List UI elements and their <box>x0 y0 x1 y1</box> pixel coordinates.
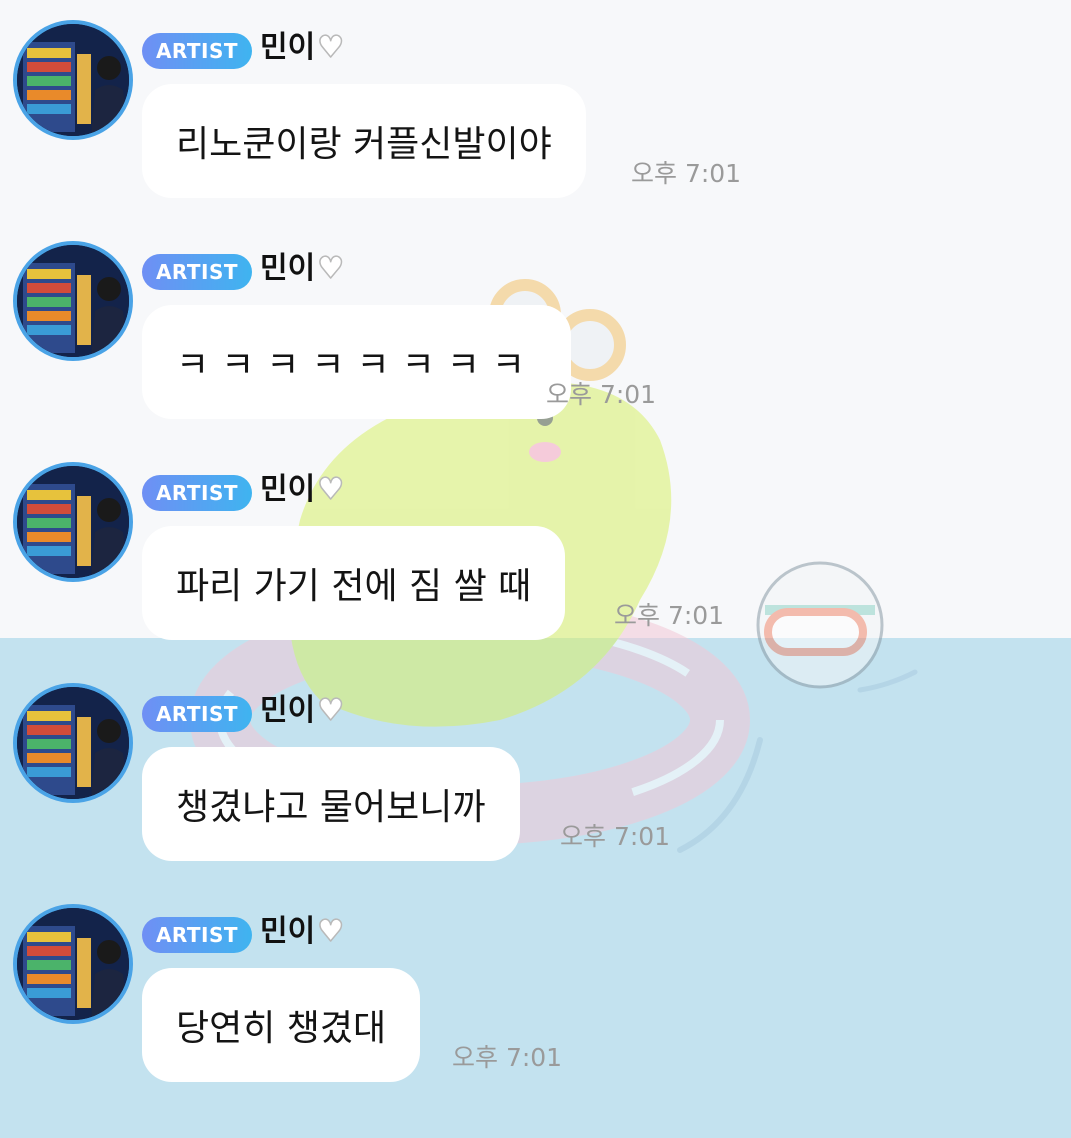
avatar[interactable] <box>13 904 133 1024</box>
artist-badge: ARTIST <box>142 33 252 69</box>
sender-name[interactable]: 민이♥ <box>260 249 345 289</box>
message-timestamp: 오후 7:01 <box>546 380 657 409</box>
message-text: 당연히 챙겼대 <box>176 1008 387 1049</box>
message-bubble[interactable]: ㅋㅋㅋㅋㅋㅋㅋㅋ <box>142 305 571 419</box>
artist-badge: ARTIST <box>142 475 252 511</box>
artist-badge: ARTIST <box>142 696 252 732</box>
avatar[interactable] <box>13 20 133 140</box>
white-heart-icon: ♥ <box>316 913 345 950</box>
message-text: 리노쿤이랑 커플신발이야 <box>176 124 552 165</box>
message-bubble[interactable]: 파리 가기 전에 짐 쌀 때 <box>142 526 566 640</box>
message-timestamp: 오후 7:01 <box>614 601 725 630</box>
sender-name-text: 민이 <box>260 251 316 286</box>
chat-message: ARTIST 민이♥ ㅋㅋㅋㅋㅋㅋㅋㅋ 오후 7:01 <box>0 221 1071 442</box>
avatar[interactable] <box>13 241 133 361</box>
message-bubble[interactable]: 챙겼냐고 물어보니까 <box>142 747 520 861</box>
white-heart-icon: ♥ <box>316 471 345 508</box>
avatar[interactable] <box>13 462 133 582</box>
sender-name[interactable]: 민이♥ <box>260 912 345 952</box>
artist-badge: ARTIST <box>142 254 252 290</box>
message-text: ㅋㅋㅋㅋㅋㅋㅋㅋ <box>176 345 537 386</box>
sender-name[interactable]: 민이♥ <box>260 470 345 510</box>
chat-message: ARTIST 민이♥ 리노쿤이랑 커플신발이야 오후 7:01 <box>0 0 1071 221</box>
white-heart-icon: ♥ <box>316 29 345 66</box>
sender-name-text: 민이 <box>260 472 316 507</box>
artist-badge: ARTIST <box>142 917 252 953</box>
sender-name[interactable]: 민이♥ <box>260 691 345 731</box>
message-timestamp: 오후 7:01 <box>631 159 742 188</box>
sender-name-text: 민이 <box>260 914 316 949</box>
avatar-photo <box>17 908 129 1020</box>
avatar[interactable] <box>13 683 133 803</box>
chat-message: ARTIST 민이♥ 당연히 챙겼대 오후 7:01 <box>0 884 1071 1105</box>
sender-name-text: 민이 <box>260 30 316 65</box>
white-heart-icon: ♥ <box>316 692 345 729</box>
message-bubble[interactable]: 당연히 챙겼대 <box>142 968 421 1082</box>
avatar-photo <box>17 245 129 357</box>
sender-name-text: 민이 <box>260 693 316 728</box>
message-text: 파리 가기 전에 짐 쌀 때 <box>176 566 532 607</box>
white-heart-icon: ♥ <box>316 250 345 287</box>
chat-message: ARTIST 민이♥ 챙겼냐고 물어보니까 오후 7:01 <box>0 663 1071 884</box>
avatar-photo <box>17 466 129 578</box>
message-bubble[interactable]: 리노쿤이랑 커플신발이야 <box>142 84 586 198</box>
avatar-photo <box>17 687 129 799</box>
message-timestamp: 오후 7:01 <box>452 1043 563 1072</box>
message-text: 챙겼냐고 물어보니까 <box>176 787 486 828</box>
sender-name[interactable]: 민이♥ <box>260 28 345 68</box>
avatar-photo <box>17 24 129 136</box>
message-timestamp: 오후 7:01 <box>560 822 671 851</box>
chat-message: ARTIST 민이♥ 파리 가기 전에 짐 쌀 때 오후 7:01 <box>0 442 1071 663</box>
